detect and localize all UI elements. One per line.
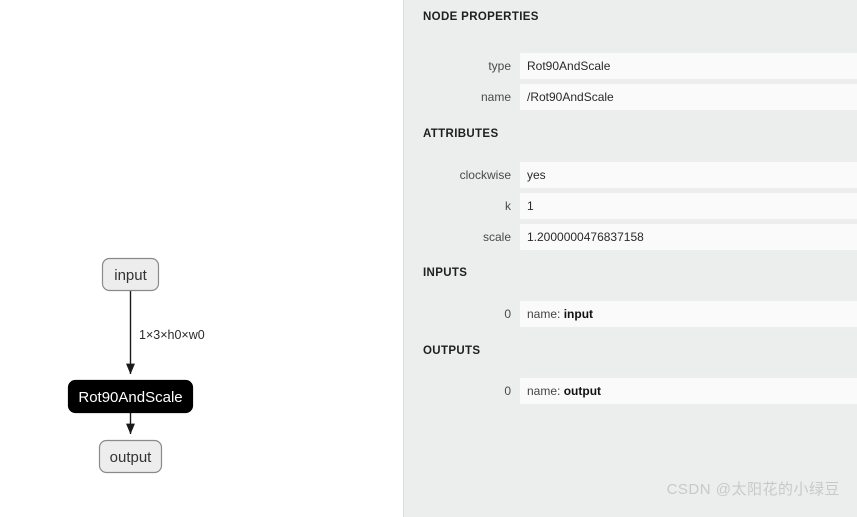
property-value-name[interactable]: /Rot90AndScale	[520, 84, 857, 110]
graph-node-input[interactable]: input	[101, 257, 160, 292]
node-label: output	[110, 449, 153, 466]
watermark-text: CSDN @太阳花的小绿豆	[666, 481, 840, 498]
node-label: Rot90AndScale	[78, 389, 182, 406]
property-row-scale[interactable]: scale 1.2000000476837158	[404, 224, 857, 250]
input-key-label: name:	[527, 307, 561, 321]
graph-canvas[interactable]: 1×3×h0×w0 input Rot90AndScale output	[0, 0, 403, 517]
graph-node-output[interactable]: output	[98, 439, 163, 474]
property-row-k[interactable]: k 1	[404, 193, 857, 219]
input-value[interactable]: name: input	[520, 301, 857, 327]
property-row-name[interactable]: name /Rot90AndScale	[404, 84, 857, 110]
output-key-label: name:	[527, 384, 561, 398]
input-name-value: input	[563, 307, 594, 321]
section-header-inputs: INPUTS	[423, 267, 468, 279]
node-properties-panel: NODE PROPERTIES type Rot90AndScale name …	[403, 0, 857, 517]
property-value-k[interactable]: 1	[520, 193, 857, 219]
input-index-label: 0	[504, 307, 511, 321]
input-row-0[interactable]: 0 name: input	[404, 301, 857, 327]
app-root: 1×3×h0×w0 input Rot90AndScale output NOD…	[0, 0, 857, 517]
property-value-scale[interactable]: 1.2000000476837158	[520, 224, 857, 250]
property-value-type[interactable]: Rot90AndScale	[520, 53, 857, 79]
property-label-clockwise: clockwise	[459, 168, 511, 182]
output-value[interactable]: name: output	[520, 378, 857, 404]
output-row-0[interactable]: 0 name: output	[404, 378, 857, 404]
section-header-node-properties: NODE PROPERTIES	[423, 11, 539, 23]
output-index-label: 0	[504, 384, 511, 398]
edge-label-shape: 1×3×h0×w0	[139, 328, 205, 342]
output-name-value: output	[563, 384, 602, 398]
property-label-name: name	[480, 90, 511, 104]
property-row-type[interactable]: type Rot90AndScale	[404, 53, 857, 79]
property-value-clockwise[interactable]: yes	[520, 162, 857, 188]
property-label-type: type	[488, 59, 511, 73]
graph-edge-input-to-op[interactable]: 1×3×h0×w0	[126, 291, 205, 375]
graph-svg: 1×3×h0×w0 input Rot90AndScale output	[67, 257, 205, 474]
property-label-scale: scale	[482, 230, 511, 244]
property-label-k: k	[505, 199, 511, 213]
property-row-clockwise[interactable]: clockwise yes	[404, 162, 857, 188]
graph-node-rot90andscale[interactable]: Rot90AndScale	[67, 379, 194, 414]
section-header-attributes: ATTRIBUTES	[423, 128, 499, 140]
section-header-outputs: OUTPUTS	[423, 345, 481, 357]
node-label: input	[114, 267, 147, 284]
